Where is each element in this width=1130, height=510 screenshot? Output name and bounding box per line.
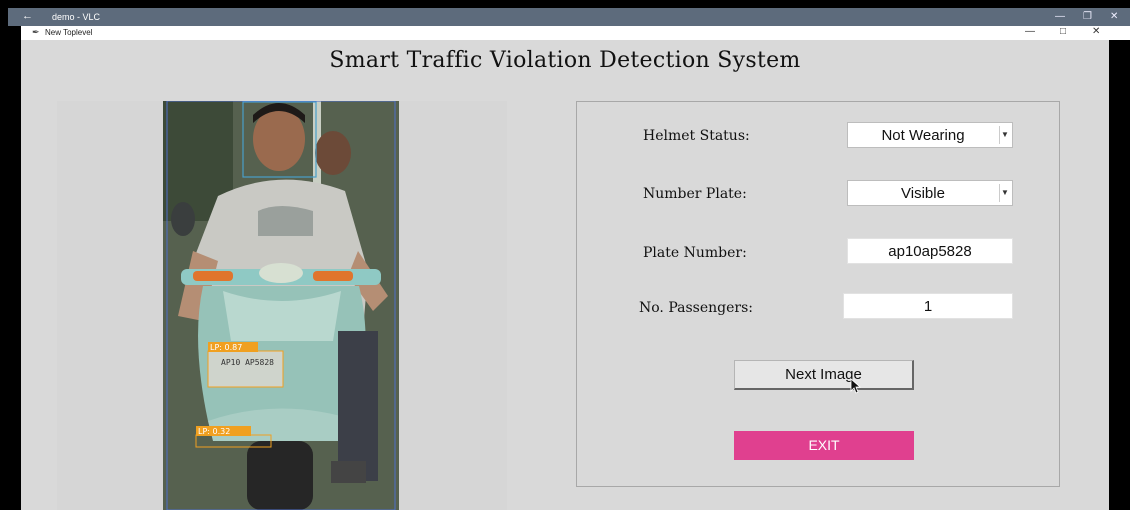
app-content: Smart Traffic Violation Detection System [21, 40, 1109, 510]
helmet-status-label: Helmet Status: [643, 128, 750, 144]
image-panel: AP10 AP5828 LP: 0.87 LP: 0.32 [57, 101, 507, 510]
toplevel-title-bar: ✒ New Toplevel — □ ✕ [21, 26, 1130, 40]
mouse-cursor-icon [850, 378, 862, 394]
vlc-window-title: demo - VLC [52, 12, 101, 22]
plate-number-label: Plate Number: [643, 245, 747, 261]
passengers-label: No. Passengers: [639, 300, 753, 316]
scooter-rider-illustration: AP10 AP5828 LP: 0.87 LP: 0.32 [163, 101, 399, 510]
number-plate-select[interactable]: Visible ▼ [847, 180, 1013, 206]
close-icon[interactable]: ✕ [1092, 26, 1100, 37]
helmet-status-select[interactable]: Not Wearing ▼ [847, 122, 1013, 148]
arrow-left-icon[interactable]: ← [22, 10, 33, 22]
plate-detection-label-1: LP: 0.87 [210, 343, 242, 352]
plate-text: AP10 AP5828 [221, 358, 274, 367]
restore-icon[interactable]: ❐ [1083, 11, 1092, 22]
passengers-field[interactable]: 1 [843, 293, 1013, 319]
next-image-button[interactable]: Next Image [734, 360, 914, 390]
violation-info-panel: Helmet Status: Not Wearing ▼ Number Plat… [576, 101, 1060, 487]
chevron-down-icon[interactable]: ▼ [999, 184, 1010, 202]
minimize-icon[interactable]: — [1055, 11, 1065, 22]
close-icon[interactable]: ✕ [1110, 11, 1118, 22]
maximize-icon[interactable]: □ [1060, 26, 1066, 37]
feather-icon: ✒ [32, 27, 40, 37]
window-edge [1109, 40, 1130, 510]
number-plate-label: Number Plate: [643, 186, 747, 202]
chevron-down-icon[interactable]: ▼ [999, 126, 1010, 144]
vlc-title-bar: ← demo - VLC — ❐ ✕ [8, 8, 1130, 26]
detection-image: AP10 AP5828 LP: 0.87 LP: 0.32 [163, 101, 399, 510]
plate-number-field[interactable]: ap10ap5828 [847, 238, 1013, 264]
helmet-status-value: Not Wearing [881, 127, 965, 144]
exit-button[interactable]: EXIT [734, 431, 914, 460]
page-title: Smart Traffic Violation Detection System [329, 48, 801, 73]
minimize-icon[interactable]: — [1025, 26, 1035, 37]
plate-detection-label-2: LP: 0.32 [198, 427, 230, 436]
number-plate-value: Visible [901, 185, 945, 202]
toplevel-title: New Toplevel [45, 28, 93, 37]
